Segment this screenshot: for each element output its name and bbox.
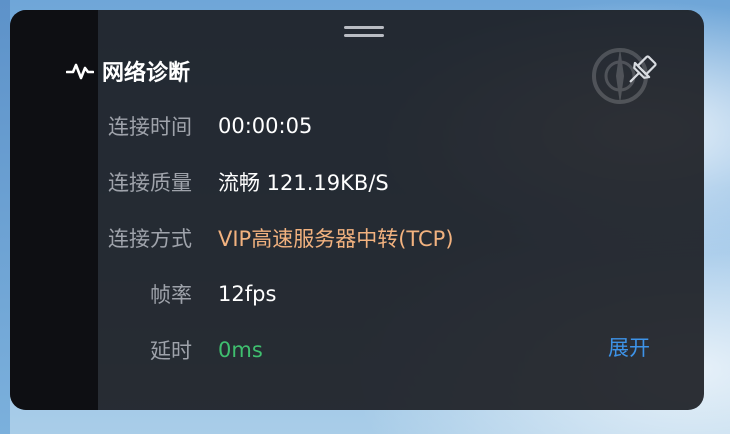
row-label: 延时 — [150, 339, 192, 363]
row-connection-time: 连接时间 00:00:05 — [10, 110, 312, 142]
row-label: 帧率 — [150, 283, 192, 307]
network-diagnostics-panel: 网络诊断 连接时间 00:00:05 连接质量 流畅 121.19KB/S 连接… — [10, 10, 704, 410]
row-connection-method: 连接方式 VIP高速服务器中转(TCP) — [10, 222, 454, 254]
pulse-icon — [66, 63, 94, 80]
expand-button[interactable]: 展开 — [608, 332, 650, 362]
drag-handle-icon[interactable] — [344, 26, 384, 42]
connection-quality-value: 流畅 121.19KB/S — [218, 171, 389, 195]
row-latency: 延时 0ms — [10, 334, 263, 366]
frame-rate-value: 12fps — [218, 282, 277, 306]
connection-time-value: 00:00:05 — [218, 114, 313, 138]
latency-value: 0ms — [218, 338, 263, 362]
row-label: 连接方式 — [108, 227, 192, 251]
row-label: 连接质量 — [108, 171, 192, 195]
background-edge — [0, 0, 10, 434]
row-label: 连接时间 — [108, 115, 192, 139]
panel-header: 网络诊断 — [66, 56, 190, 86]
pin-icon[interactable] — [622, 50, 662, 90]
panel-title: 网络诊断 — [102, 61, 191, 86]
row-connection-quality: 连接质量 流畅 121.19KB/S — [10, 166, 389, 198]
row-frame-rate: 帧率 12fps — [10, 278, 276, 310]
connection-method-value: VIP高速服务器中转(TCP) — [218, 227, 454, 251]
